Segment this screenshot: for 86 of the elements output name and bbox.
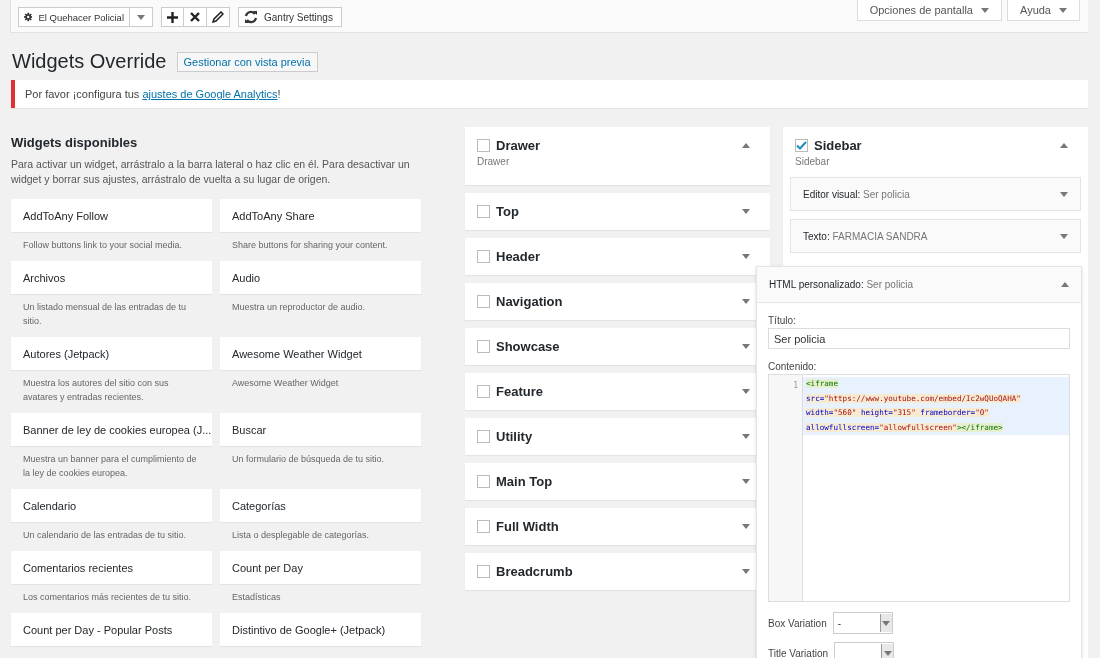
widget-title[interactable]: Banner de ley de cookies europea (J... <box>11 413 212 446</box>
notice-text: Por favor ¡configura tus ajustes de Google Analytics! <box>25 88 281 100</box>
widget-title[interactable]: AddToAny Share <box>220 199 421 232</box>
widget-title[interactable]: Count per Day - Popular Posts <box>11 613 212 646</box>
checkbox[interactable] <box>477 340 490 353</box>
checkbox[interactable] <box>477 205 490 218</box>
widget-description: Follow buttons link to your social media. <box>22 239 184 252</box>
section-heading: Widgets disponibles <box>11 135 139 150</box>
widget-title[interactable]: Awesome Weather Widget <box>220 337 421 370</box>
sidebar-name[interactable]: Top <box>496 204 736 219</box>
sidebar-name[interactable]: Full Width <box>496 519 736 534</box>
caret-icon <box>882 620 891 626</box>
checkbox[interactable] <box>477 138 490 152</box>
widget-title[interactable]: Distintivo de Google+ (Jetpack) <box>220 613 421 646</box>
widget-description: Muestra los autores del sitio con sus avatares y entradas recientes. <box>22 377 170 404</box>
field-label: Contenido: <box>768 361 818 372</box>
widget-description: Un formulario de búsqueda de tu sitio. <box>231 453 386 466</box>
widget-title[interactable]: Calendario <box>11 489 212 522</box>
section-description: Para activar un widget, arrástralo a la barra lateral o haz clic en él. Para desactivar un widget y borrar sus ajustes, arrástralo de vuelta a su lugar de origen. <box>11 157 411 187</box>
field-label: Título: <box>768 315 797 326</box>
checkbox[interactable] <box>477 250 490 263</box>
widget-title[interactable]: Count per Day <box>220 551 421 584</box>
refresh-icon <box>244 10 258 24</box>
widget-description: Muestra un banner para el cumplimiento de la ley de cookies europea. <box>22 453 198 480</box>
checkbox[interactable] <box>795 138 808 152</box>
select-field[interactable] <box>834 642 895 658</box>
close-icon <box>190 12 200 22</box>
widget-description: Share buttons for sharing your content. <box>231 239 389 252</box>
gear-icon <box>24 10 33 24</box>
pencil-icon <box>212 11 224 23</box>
sidebar-name[interactable]: Header <box>496 249 736 264</box>
field-label: Box Variation <box>768 617 827 629</box>
select-field[interactable]: - <box>832 612 893 634</box>
sidebar-name[interactable]: Breadcrumb <box>496 564 736 579</box>
screen-tab[interactable]: Opciones de pantalla <box>856 0 1002 21</box>
delete-button[interactable] <box>184 7 207 27</box>
site-selector[interactable]: El Quehacer Policial <box>18 7 130 27</box>
screen-tab[interactable]: Ayuda <box>1007 0 1080 21</box>
field-label: Title Variation <box>768 647 829 658</box>
sidebar-name[interactable]: Navigation <box>496 294 736 309</box>
widget-title[interactable]: Buscar <box>220 413 421 446</box>
sidebar-description: Sidebar <box>794 156 831 169</box>
caret-icon <box>981 7 989 13</box>
checkbox[interactable] <box>477 385 490 398</box>
sidebar-name[interactable]: Utility <box>496 429 736 444</box>
widget-description: Awesome Weather Widget <box>231 377 340 390</box>
caret-icon <box>137 14 145 20</box>
checkbox[interactable] <box>477 520 490 533</box>
caret-icon <box>1059 7 1067 13</box>
add-button[interactable] <box>161 7 184 27</box>
widget-description: Los comentarios más recientes de tu sitio. <box>22 591 193 604</box>
widget-description: Un listado mensual de las entradas de tu sitio. <box>22 301 188 328</box>
widget-description: Lista o desplegable de categorías. <box>231 529 371 542</box>
widget-title[interactable]: AddToAny Follow <box>11 199 212 232</box>
analytics-settings-link[interactable]: ajustes de Google Analytics <box>142 88 278 100</box>
line-number: 1 <box>793 381 798 390</box>
sidebar-name[interactable]: Sidebar <box>814 137 1054 153</box>
checkbox[interactable] <box>477 475 490 488</box>
checkbox[interactable] <box>477 295 490 308</box>
sidebar-name[interactable]: Main Top <box>496 474 736 489</box>
widget-title[interactable]: Autores (Jetpack) <box>11 337 212 370</box>
widget-title[interactable]: Texto: FARMACIA SANDRA <box>803 230 928 242</box>
caret-icon <box>883 650 892 656</box>
widget-title[interactable]: Comentarios recientes <box>11 551 212 584</box>
edit-button[interactable] <box>207 7 230 27</box>
widget-title[interactable]: Audio <box>220 261 421 294</box>
checkbox[interactable] <box>477 565 490 578</box>
add-icon <box>167 11 178 23</box>
checkbox[interactable] <box>477 430 490 443</box>
widget-description: Muestra un reproductor de audio. <box>231 301 367 314</box>
widget-title[interactable]: Categorías <box>220 489 421 522</box>
sidebar-description: Drawer <box>476 156 511 169</box>
check-icon <box>796 140 807 150</box>
sidebar-name[interactable]: Drawer <box>496 137 736 153</box>
sidebar-name[interactable]: Showcase <box>496 339 736 354</box>
gantry-settings-button[interactable]: Gantry Settings <box>238 7 342 27</box>
widget-title[interactable]: HTML personalizado: Ser policia <box>769 279 914 290</box>
sidebar-name[interactable]: Feature <box>496 384 736 399</box>
widget-title[interactable]: Editor visual: Ser policia <box>803 188 910 200</box>
page-title: Widgets Override <box>12 50 167 73</box>
widget-title[interactable]: Archivos <box>11 261 212 294</box>
manage-preview-button[interactable]: Gestionar con vista previa <box>176 51 318 72</box>
title-field[interactable]: Ser policia <box>768 328 1070 349</box>
widget-description: Estadísticas <box>231 591 282 604</box>
widget-description: Un calendario de las entradas de tu sitio. <box>22 529 188 542</box>
dropdown-button[interactable] <box>130 7 153 27</box>
